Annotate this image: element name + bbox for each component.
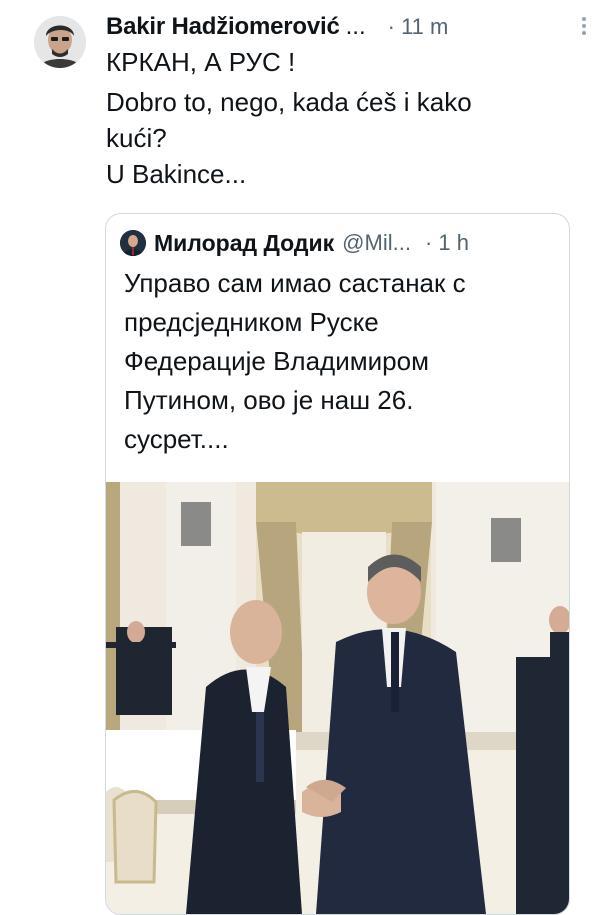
quoted-timestamp[interactable]: · 1 h — [425, 230, 469, 256]
quoted-line: сусрет.... — [124, 424, 229, 454]
tweet-line: КРКАН, А РУС ! — [106, 47, 296, 77]
tweet-card[interactable]: Bakir Hadžiomerović ... · 11 m КРКАН, А … — [0, 0, 600, 915]
author-name[interactable]: Bakir Hadžiomerović — [106, 13, 340, 41]
quoted-tweet-photo[interactable] — [106, 482, 569, 914]
tweet-line: U Bakince... — [106, 159, 247, 189]
quoted-tweet[interactable]: Милорад Додик @Mil... · 1 h Управо сам и… — [105, 213, 570, 915]
tweet-timestamp[interactable]: · 11 m — [388, 14, 449, 40]
quoted-line: Путином, ово је наш 26. — [124, 385, 414, 415]
tweet-line: Dobro to, nego, kada ćeš i kako — [106, 87, 472, 117]
quoted-line: Федерације Владимиром — [124, 346, 429, 376]
tweet-line: kući? — [106, 123, 167, 153]
quoted-author-name[interactable]: Милорад Додик — [154, 230, 334, 257]
quoted-line: Управо сам имао састанак с — [124, 268, 466, 298]
author-avatar[interactable] — [34, 16, 86, 68]
quoted-tweet-text: Управо сам имао састанак с предсједником… — [124, 264, 554, 459]
tweet-header: Bakir Hadžiomerović ... · 11 m — [106, 10, 580, 44]
tweet-text: КРКАН, А РУС ! Dobro to, nego, kada ćeš … — [106, 44, 576, 192]
quoted-author-avatar[interactable] — [120, 230, 146, 256]
quoted-author-handle[interactable]: @Mil... — [342, 230, 411, 256]
name-ellipsis: ... — [345, 13, 366, 40]
quoted-line: предсједником Руске — [124, 307, 379, 337]
quoted-tweet-header: Милорад Додик @Mil... · 1 h — [120, 228, 559, 258]
more-options-icon[interactable] — [578, 14, 590, 38]
